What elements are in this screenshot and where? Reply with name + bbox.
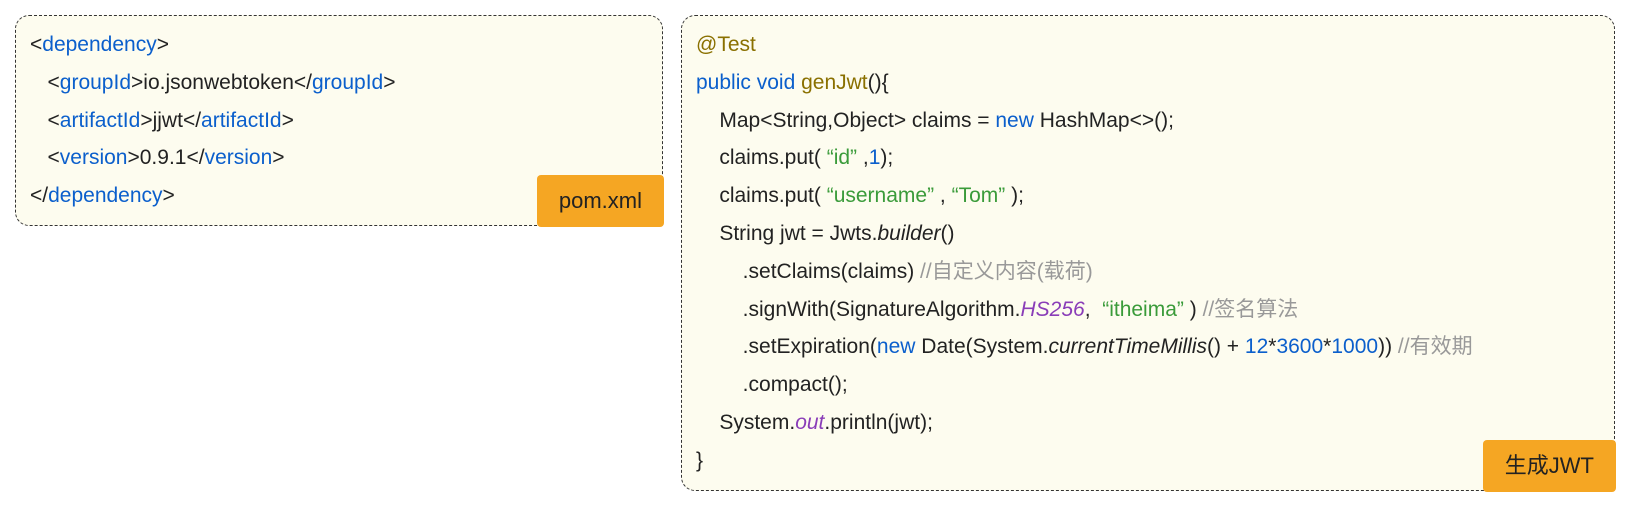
- code-line: .compact();: [696, 366, 1600, 404]
- code-line: <groupId>io.jsonwebtoken</groupId>: [30, 64, 648, 102]
- code-line: .signWith(SignatureAlgorithm.HS256, “ith…: [696, 291, 1600, 329]
- panel-badge: pom.xml: [537, 175, 664, 227]
- code-line: @Test: [696, 26, 1600, 64]
- code-line: }: [696, 442, 1600, 480]
- code-line: <dependency>: [30, 26, 648, 64]
- code-line: public void genJwt(){: [696, 64, 1600, 102]
- code-line: .setExpiration(new Date(System.currentTi…: [696, 328, 1600, 366]
- code-line: System.out.println(jwt);: [696, 404, 1600, 442]
- code-line: <version>0.9.1</version>: [30, 139, 648, 177]
- pom-xml-panel: <dependency> <groupId>io.jsonwebtoken</g…: [15, 15, 663, 226]
- panel-badge: 生成JWT: [1483, 440, 1616, 492]
- code-line: String jwt = Jwts.builder(): [696, 215, 1600, 253]
- code-line: Map<String,Object> claims = new HashMap<…: [696, 102, 1600, 140]
- java-code-panel: @Test public void genJwt(){ Map<String,O…: [681, 15, 1615, 491]
- code-line: .setClaims(claims) //自定义内容(载荷): [696, 253, 1600, 291]
- code-line: claims.put( “id” ,1);: [696, 139, 1600, 177]
- code-line: <artifactId>jjwt</artifactId>: [30, 102, 648, 140]
- code-line: claims.put( “username” , “Tom” );: [696, 177, 1600, 215]
